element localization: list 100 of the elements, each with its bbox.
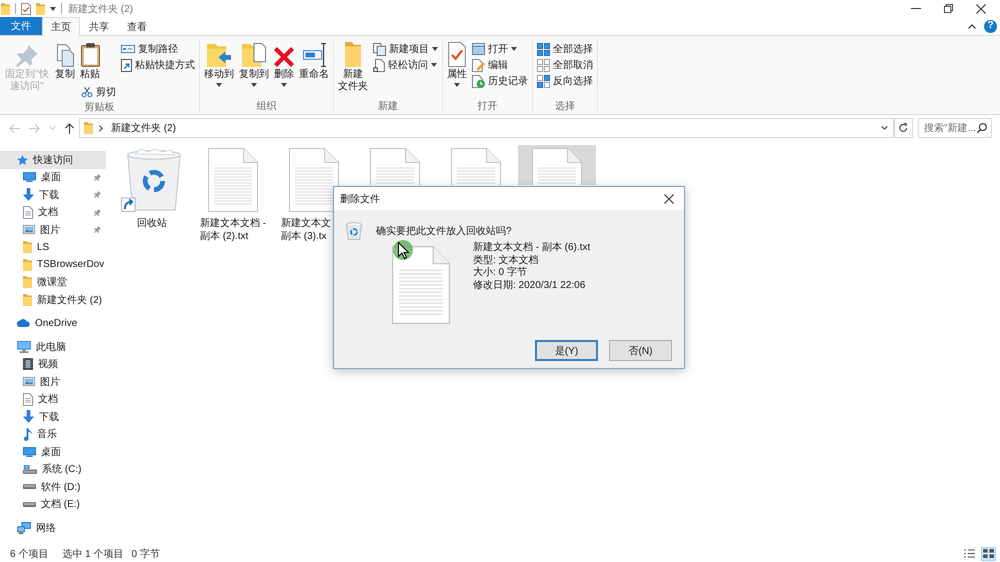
file-item[interactable]: 新建文本文档 - 副本 (2).txt	[194, 145, 272, 246]
pin-icon	[94, 208, 101, 216]
ribbon-button[interactable]: 重命名	[297, 41, 331, 81]
sidebar-item[interactable]: 图片	[0, 373, 106, 390]
sidebar-item[interactable]: 文档 (E:)	[0, 496, 106, 513]
folder-icon	[23, 258, 32, 271]
address-bar[interactable]: 新建文件夹 (2)	[79, 118, 894, 138]
sidebar-item[interactable]: TSBrowserDov	[0, 256, 106, 274]
file-item[interactable]: 回收站	[113, 145, 191, 233]
view-button[interactable]	[962, 546, 977, 560]
picture-icon	[23, 377, 35, 386]
breadcrumb-item[interactable]: 新建文件夹 (2)	[109, 121, 178, 135]
folder-icon	[345, 42, 361, 67]
shortcut-icon	[121, 58, 132, 72]
sidebar-item[interactable]: 文档	[0, 204, 106, 221]
field-icon	[121, 45, 135, 53]
close-icon[interactable]	[664, 194, 674, 204]
ribbon-button[interactable]: 属性	[445, 41, 469, 87]
ribbon-button[interactable]: 全部选择	[535, 41, 595, 57]
drive-icon	[23, 464, 37, 474]
desktop-icon	[23, 172, 36, 182]
sidebar-item[interactable]: 微课堂	[0, 274, 106, 291]
folder-icon	[23, 241, 32, 254]
pin-icon	[94, 174, 101, 180]
pages-icon	[373, 42, 386, 56]
ribbon-button[interactable]: 粘贴	[78, 41, 102, 81]
sidebar-item[interactable]: LS	[0, 238, 106, 256]
view-button[interactable]	[981, 546, 996, 560]
chevron-down-icon[interactable]	[881, 126, 888, 130]
sidebar-item[interactable]: 音乐	[0, 426, 106, 443]
cloud-icon	[17, 319, 30, 328]
sidebar-item[interactable]: 视频	[0, 356, 106, 373]
refresh-button[interactable]	[894, 118, 913, 138]
ribbon-tab[interactable]: 查看	[118, 17, 156, 35]
music-note-icon	[23, 428, 32, 441]
sidebar-item[interactable]: 此电脑	[0, 338, 106, 356]
ribbon-button[interactable]: 复制路径	[119, 41, 180, 57]
pin-icon	[94, 191, 101, 198]
dialog-button[interactable]: 否(N)	[609, 340, 672, 361]
ribbon-button[interactable]: 移动到	[202, 41, 236, 87]
sidebar-item[interactable]: 快速访问	[0, 151, 106, 168]
film-icon	[23, 358, 33, 370]
question-text: 确实要把此文件放入回收站吗?	[376, 224, 512, 238]
restore-icon[interactable]	[944, 4, 953, 13]
ribbon-button[interactable]: 新建项目	[371, 41, 440, 57]
picture-icon	[23, 225, 35, 234]
sidebar-item[interactable]: 图片	[0, 221, 106, 238]
ribbon-button[interactable]: 删除	[272, 41, 296, 87]
ribbon-button[interactable]: 反向选择	[535, 73, 595, 89]
sidebar-item[interactable]: 软件 (D:)	[0, 478, 106, 496]
sidebar-item[interactable]: 新建文件夹 (2)	[0, 291, 106, 308]
dialog-title: 删除文件	[340, 192, 380, 206]
document-icon	[23, 206, 33, 219]
file-menu-tab[interactable]: 文件	[0, 17, 42, 35]
search-icon	[977, 123, 987, 133]
ribbon-button[interactable]: 轻松访问	[371, 57, 439, 73]
folder-arrow-icon	[207, 44, 231, 67]
sidebar-item[interactable]: 下载	[0, 408, 106, 426]
status-text: 6 个项目	[10, 548, 48, 560]
caret-icon[interactable]	[50, 6, 56, 10]
help-button[interactable]: ?	[984, 20, 997, 32]
dialog-button[interactable]: 是(Y)	[535, 340, 598, 361]
chevron-up-icon[interactable]	[968, 24, 976, 28]
ribbon-button[interactable]: 全部取消	[535, 57, 595, 73]
file-detail-text: 大小: 0 字节	[473, 267, 527, 280]
sidebar-item[interactable]: 网络	[0, 519, 106, 536]
ribbon-button[interactable]: 打开	[470, 41, 519, 57]
pin-icon	[94, 226, 101, 233]
ribbon-button[interactable]: 复制	[53, 41, 77, 81]
caret-icon	[251, 83, 257, 87]
sidebar-item[interactable]: 桌面	[0, 443, 106, 460]
page-check-icon[interactable]	[21, 2, 31, 14]
ribbon-button[interactable]: 新建 文件夹	[336, 41, 370, 93]
ribbon-tab[interactable]: 共享	[80, 17, 118, 35]
ribbon-button[interactable]: 剪切	[78, 84, 118, 100]
sidebar-item[interactable]: 桌面	[0, 168, 106, 186]
sidebar-item[interactable]: 文档	[0, 390, 106, 408]
ribbon-button[interactable]: 粘贴快捷方式	[119, 57, 197, 73]
up-arrow-icon[interactable]	[65, 122, 74, 134]
folder-icon	[23, 276, 32, 288]
ribbon-button[interactable]: 历史记录	[470, 73, 530, 89]
sidebar-item[interactable]: OneDrive	[0, 314, 106, 332]
page-pencil-icon	[472, 58, 485, 72]
status-text: 0 字节	[131, 548, 160, 560]
download-icon	[23, 188, 34, 202]
group-label: 剪贴板	[84, 100, 116, 114]
ribbon-tab[interactable]: 主页	[42, 17, 80, 36]
close-icon[interactable]	[976, 4, 986, 14]
ribbon-button[interactable]: 复制到	[237, 41, 271, 87]
ribbon-button[interactable]: 编辑	[470, 57, 510, 73]
caret-icon	[511, 47, 517, 51]
document-icon	[23, 392, 33, 406]
group-label: 新建	[377, 100, 399, 113]
window-icon	[472, 43, 485, 55]
desktop-icon	[23, 446, 36, 457]
sidebar-item[interactable]: 系统 (C:)	[0, 460, 106, 478]
drive-icon	[23, 502, 36, 507]
list-icon	[964, 549, 975, 558]
sidebar-item[interactable]: 下载	[0, 186, 106, 204]
chevron-right-icon[interactable]	[99, 124, 103, 132]
